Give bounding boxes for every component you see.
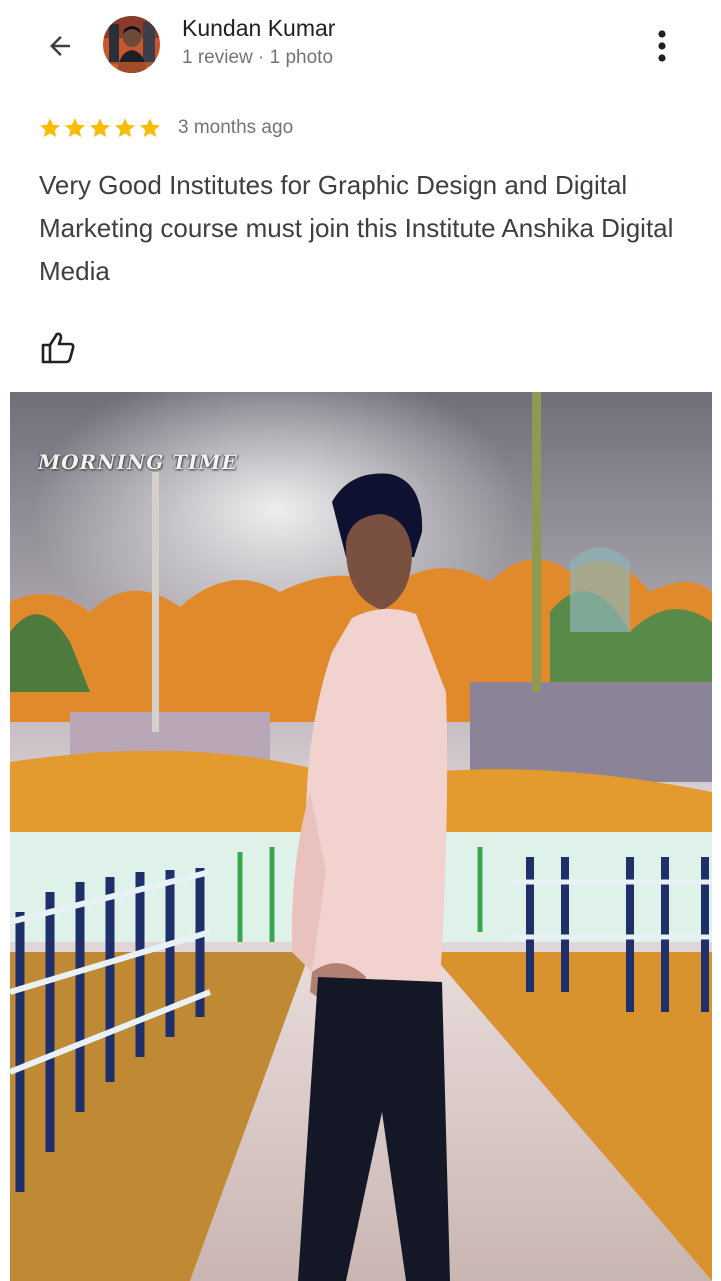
star-icon bbox=[140, 118, 160, 138]
user-name[interactable]: Kundan Kumar bbox=[182, 15, 335, 42]
avatar[interactable] bbox=[103, 16, 160, 73]
star-icon bbox=[90, 118, 110, 138]
photo-caption: MORNING TIME bbox=[38, 450, 238, 474]
review-time: 3 months ago bbox=[178, 117, 294, 138]
star-rating bbox=[38, 116, 162, 140]
user-review-count: 1 review · 1 photo bbox=[182, 47, 334, 68]
like-button[interactable] bbox=[36, 326, 80, 370]
star-icon bbox=[65, 118, 85, 138]
review-photo[interactable]: MORNING TIME bbox=[10, 392, 712, 1281]
rating-row: 3 months ago bbox=[38, 113, 293, 143]
review-header: Kundan Kumar 1 review · 1 photo bbox=[0, 0, 721, 92]
thumb-up-outline-icon bbox=[41, 332, 75, 364]
star-icon bbox=[40, 118, 60, 138]
star-icon bbox=[115, 118, 135, 138]
more-vert-icon bbox=[658, 30, 666, 62]
back-button[interactable] bbox=[38, 26, 82, 66]
more-options-button[interactable] bbox=[644, 24, 680, 68]
arrow-back-icon bbox=[50, 36, 70, 56]
review-text: Very Good Institutes for Graphic Design … bbox=[39, 170, 674, 286]
